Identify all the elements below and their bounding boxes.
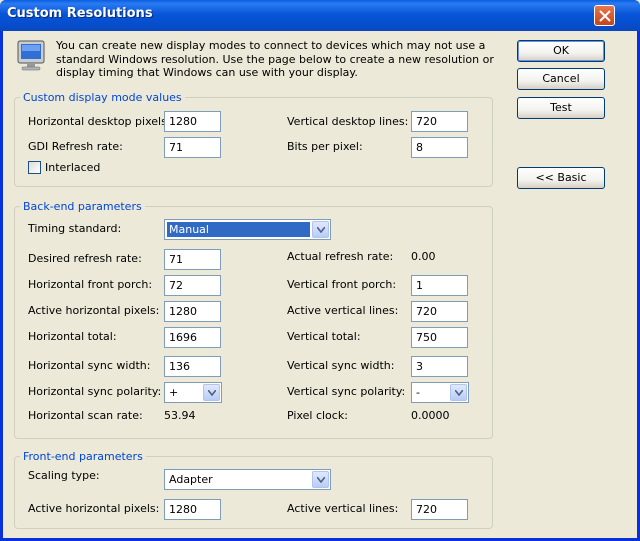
v-sync-polarity-select[interactable]: -	[411, 382, 469, 403]
v-front-porch-label: Vertical front porch:	[287, 278, 397, 291]
bits-per-pixel-label: Bits per pixel:	[287, 140, 363, 153]
cancel-button[interactable]: Cancel	[517, 68, 605, 90]
chevron-down-icon[interactable]	[312, 471, 329, 488]
pixel-clock-label: Pixel clock:	[287, 409, 348, 422]
v-total-label: Vertical total:	[287, 330, 361, 343]
h-sync-polarity-select[interactable]: +	[164, 382, 222, 403]
chevron-down-icon[interactable]	[450, 384, 467, 401]
h-sync-polarity-label: Horizontal sync polarity:	[28, 385, 162, 398]
v-sync-polarity-value: -	[416, 386, 420, 399]
chevron-down-icon[interactable]	[312, 221, 329, 238]
basic-button[interactable]: << Basic	[517, 167, 605, 189]
backend-group-title: Back-end parameters	[20, 200, 145, 214]
scaling-type-label: Scaling type:	[28, 469, 100, 482]
fe-active-h-pixels-label: Active horizontal pixels:	[28, 502, 160, 515]
v-sync-width-field[interactable]: 3	[411, 356, 468, 377]
h-front-porch-field[interactable]: 72	[164, 275, 221, 296]
h-scan-rate-label: Horizontal scan rate:	[28, 409, 143, 422]
intro-text: You can create new display modes to conn…	[56, 39, 494, 79]
h-total-field[interactable]: 1696	[164, 327, 221, 348]
timing-standard-select[interactable]: Manual	[164, 219, 331, 240]
dialog-client-area: You can create new display modes to conn…	[3, 31, 637, 538]
scaling-type-select[interactable]: Adapter	[164, 469, 331, 490]
ok-button[interactable]: OK	[517, 40, 605, 62]
bits-per-pixel-field[interactable]: 8	[411, 137, 468, 158]
custom-mode-group-title: Custom display mode values	[20, 91, 185, 105]
frontend-group-title: Front-end parameters	[20, 450, 146, 464]
fe-active-h-pixels-field[interactable]: 1280	[164, 499, 221, 520]
active-h-pixels-label: Active horizontal pixels:	[28, 304, 160, 317]
v-desktop-lines-label: Vertical desktop lines:	[287, 115, 409, 128]
pixel-clock-value: 0.0000	[411, 409, 450, 422]
monitor-icon	[14, 39, 48, 76]
test-button[interactable]: Test	[517, 97, 605, 119]
active-h-pixels-field[interactable]: 1280	[164, 301, 221, 322]
h-total-label: Horizontal total:	[28, 330, 117, 343]
desired-refresh-field[interactable]: 71	[164, 249, 221, 270]
interlaced-label: Interlaced	[45, 161, 101, 174]
gdi-refresh-label: GDI Refresh rate:	[28, 140, 123, 153]
active-v-lines-label: Active vertical lines:	[287, 304, 399, 317]
dialog-window: Custom Resolutions You can create new di…	[0, 0, 640, 541]
actual-refresh-value: 0.00	[411, 250, 436, 263]
h-scan-rate-value: 53.94	[164, 409, 196, 422]
gdi-refresh-field[interactable]: 71	[164, 137, 221, 158]
fe-active-v-lines-field[interactable]: 720	[411, 499, 468, 520]
h-desktop-pixels-label: Horizontal desktop pixels:	[28, 115, 171, 128]
chevron-down-icon[interactable]	[203, 384, 220, 401]
v-sync-width-label: Vertical sync width:	[287, 359, 395, 372]
backend-group	[14, 206, 493, 439]
desired-refresh-label: Desired refresh rate:	[28, 252, 142, 265]
v-total-field[interactable]: 750	[411, 327, 468, 348]
scaling-type-value: Adapter	[169, 473, 213, 486]
h-front-porch-label: Horizontal front porch:	[28, 278, 153, 291]
timing-standard-value: Manual	[166, 221, 311, 238]
title-bar[interactable]: Custom Resolutions	[0, 0, 640, 31]
active-v-lines-field[interactable]: 720	[411, 301, 468, 322]
h-desktop-pixels-field[interactable]: 1280	[164, 111, 221, 132]
actual-refresh-label: Actual refresh rate:	[287, 250, 394, 263]
h-sync-width-label: Horizontal sync width:	[28, 359, 151, 372]
h-sync-polarity-value: +	[169, 386, 179, 399]
timing-standard-label: Timing standard:	[28, 222, 122, 235]
v-front-porch-field[interactable]: 1	[411, 275, 468, 296]
v-desktop-lines-field[interactable]: 720	[411, 111, 468, 132]
close-button[interactable]	[594, 5, 615, 26]
v-sync-polarity-label: Vertical sync polarity:	[287, 385, 406, 398]
window-title: Custom Resolutions	[7, 6, 153, 21]
h-sync-width-field[interactable]: 136	[164, 356, 221, 377]
interlaced-checkbox[interactable]	[28, 161, 41, 174]
fe-active-v-lines-label: Active vertical lines:	[287, 502, 399, 515]
